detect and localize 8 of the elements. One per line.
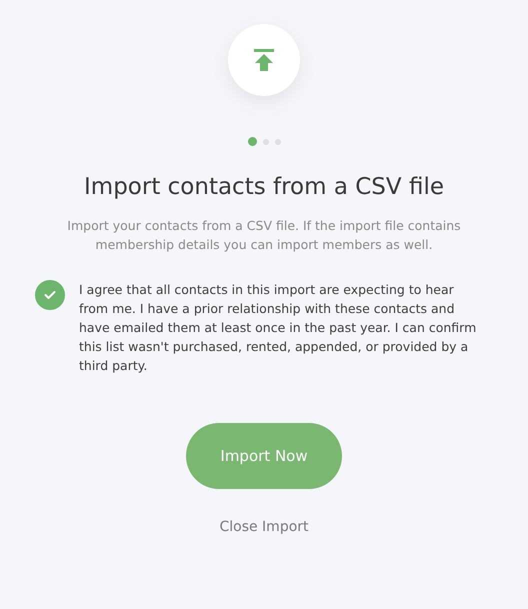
import-button[interactable]: Import Now [186,423,342,489]
dialog-title: Import contacts from a CSV file [84,174,444,200]
agreement-text: I agree that all contacts in this import are expecting to hear from me. I have a prior relationship with these contacts and have emailed them at least once in the past year. I can confirm this list wasn't purchased, rented, appended, or provided by a third party. [79,281,478,375]
agreement-checkbox[interactable] [35,280,65,310]
close-link[interactable]: Close Import [215,515,313,539]
check-icon [44,290,56,300]
upload-icon [254,49,274,71]
description: Import your contacts from a CSV file. If the import file contains membership details you can import members as well. [66,217,462,254]
